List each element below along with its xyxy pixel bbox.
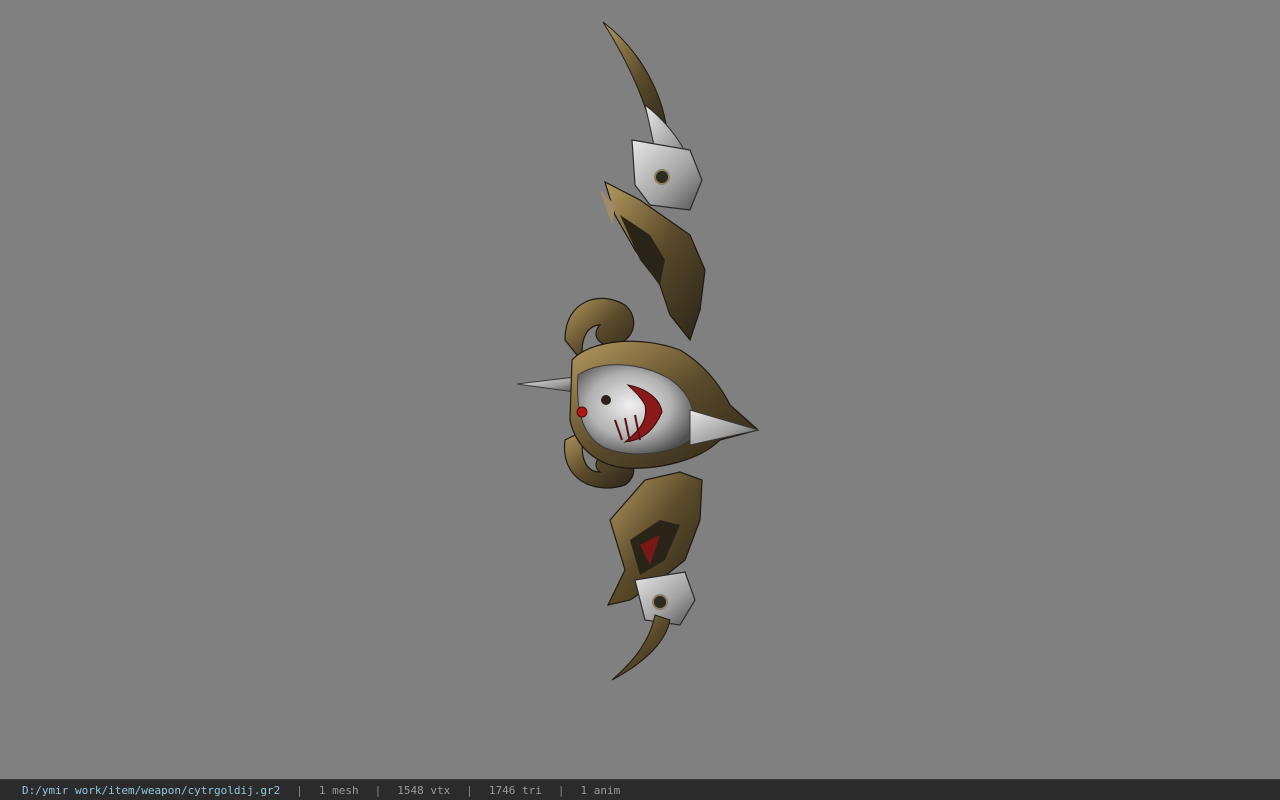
separator: | bbox=[466, 783, 473, 797]
separator: | bbox=[374, 783, 382, 797]
3d-viewport[interactable] bbox=[0, 0, 1280, 779]
anim-count: 1 anim bbox=[580, 783, 621, 797]
bow-model-icon bbox=[516, 21, 760, 681]
separator: | bbox=[296, 783, 303, 797]
triangle-count: 1746 tri bbox=[488, 783, 542, 797]
status-bar: D:/ymir work/item/weapon/cytrgoldij.gr2 … bbox=[0, 779, 1280, 800]
vertex-count: 1548 vtx bbox=[397, 783, 451, 797]
file-path: D:/ymir work/item/weapon/cytrgoldij.gr2 bbox=[22, 783, 281, 797]
separator: | bbox=[557, 783, 565, 797]
mesh-count: 1 mesh bbox=[318, 783, 359, 797]
